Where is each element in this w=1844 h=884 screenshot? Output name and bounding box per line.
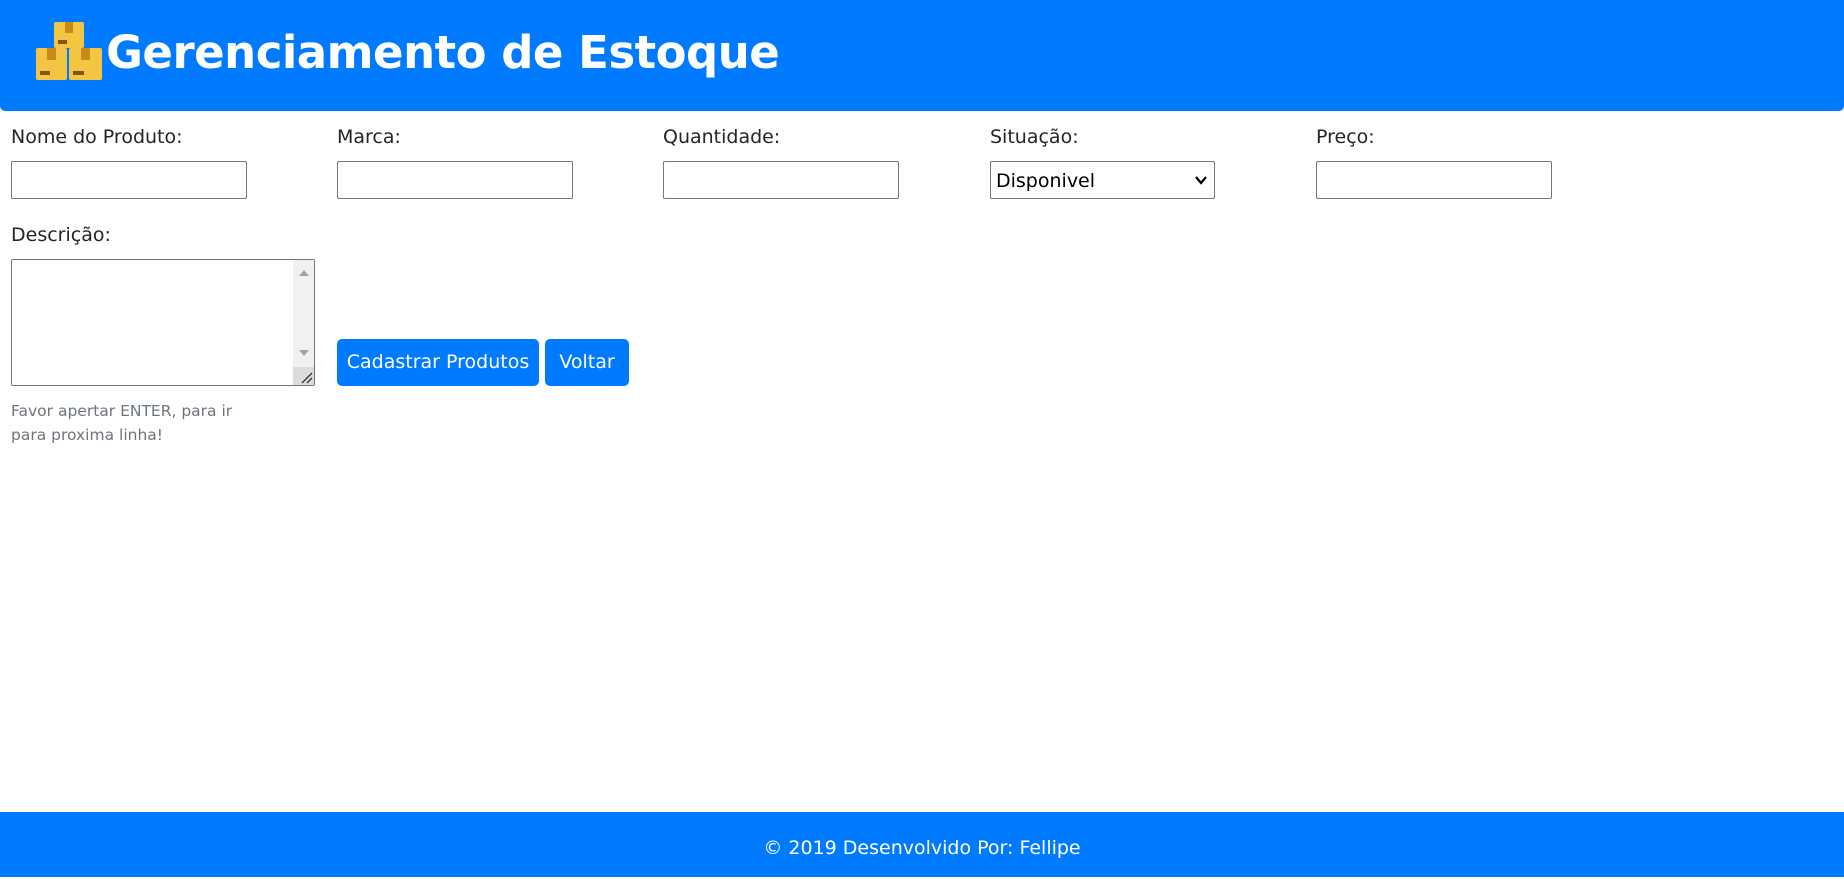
back-button[interactable]: Voltar <box>545 339 629 386</box>
page-header: Gerenciamento de Estoque <box>0 0 1844 111</box>
status-label: Situação: <box>990 126 1079 148</box>
boxes-icon <box>36 22 102 80</box>
page-title: Gerenciamento de Estoque <box>106 26 780 79</box>
quantity-label: Quantidade: <box>663 126 781 148</box>
status-select-value: Disponivel <box>996 170 1096 192</box>
footer-credit: © 2019 Desenvolvido Por: Fellipe <box>763 837 1081 859</box>
price-input[interactable] <box>1316 161 1552 199</box>
page-footer: © 2019 Desenvolvido Por: Fellipe <box>0 812 1844 877</box>
price-label: Preço: <box>1316 126 1375 148</box>
scroll-down-arrow-icon[interactable] <box>299 350 309 356</box>
description-label: Descrição: <box>11 224 111 246</box>
product-name-label: Nome do Produto: <box>11 126 183 148</box>
chevron-down-icon <box>1195 176 1207 185</box>
register-products-button[interactable]: Cadastrar Produtos <box>337 339 539 386</box>
product-name-input[interactable] <box>11 161 247 199</box>
scroll-up-arrow-icon[interactable] <box>299 270 309 276</box>
status-select[interactable]: Disponivel <box>990 161 1215 199</box>
textarea-scrollbar[interactable] <box>293 260 314 385</box>
brand-input[interactable] <box>337 161 573 199</box>
description-textarea[interactable] <box>11 259 315 386</box>
description-hint: Favor apertar ENTER, para ir para proxim… <box>11 402 233 444</box>
quantity-input[interactable] <box>663 161 899 199</box>
resize-grip-icon[interactable] <box>293 367 314 385</box>
brand-label: Marca: <box>337 126 401 148</box>
